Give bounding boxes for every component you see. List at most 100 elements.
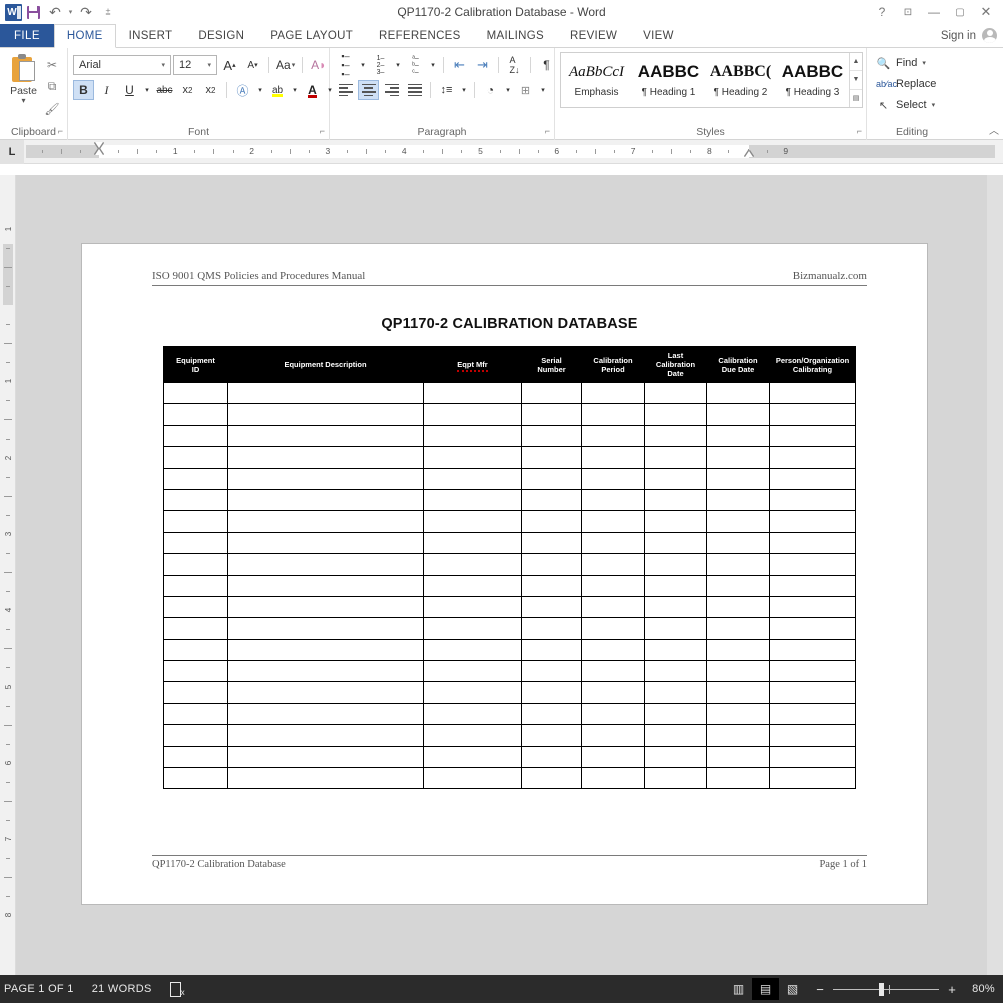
- table-cell[interactable]: [769, 724, 856, 747]
- multilevel-chevron-down-icon[interactable]: ▾: [428, 55, 438, 75]
- tab-file[interactable]: FILE: [0, 24, 54, 47]
- table-cell[interactable]: [706, 617, 770, 640]
- zoom-out-button[interactable]: −: [814, 982, 826, 997]
- line-spacing-chevron-down-icon[interactable]: ▾: [459, 80, 469, 100]
- table-row[interactable]: [163, 702, 856, 726]
- grow-font-icon[interactable]: A ▴: [219, 55, 240, 75]
- table-cell[interactable]: [163, 767, 228, 790]
- vertical-scrollbar[interactable]: [987, 175, 1003, 975]
- table-cell[interactable]: [706, 638, 770, 662]
- table-cell[interactable]: [227, 617, 424, 640]
- table-cell[interactable]: [769, 745, 856, 769]
- find-button[interactable]: 🔍 Find ▾: [876, 54, 936, 72]
- table-cell[interactable]: [769, 531, 856, 555]
- style-heading-1[interactable]: AABBC ¶ Heading 1: [633, 53, 705, 107]
- table-cell[interactable]: [163, 724, 228, 747]
- align-left-button[interactable]: [335, 80, 356, 100]
- borders-icon[interactable]: ⊞: [515, 80, 536, 100]
- shading-icon[interactable]: ◔: [480, 80, 501, 100]
- font-family-chevron-down-icon[interactable]: ▾: [158, 61, 168, 69]
- table-cell[interactable]: [521, 488, 582, 512]
- table-cell[interactable]: [769, 595, 856, 619]
- table-cell[interactable]: [423, 660, 522, 683]
- table-cell[interactable]: [227, 660, 424, 683]
- table-cell[interactable]: [706, 553, 770, 576]
- word-count[interactable]: 21 WORDS: [92, 983, 152, 995]
- bold-button[interactable]: B: [73, 80, 94, 100]
- table-cell[interactable]: [644, 488, 707, 512]
- table-cell[interactable]: [163, 638, 228, 662]
- table-cell[interactable]: [521, 724, 582, 747]
- borders-chevron-down-icon[interactable]: ▾: [538, 80, 548, 100]
- table-cell[interactable]: [644, 424, 707, 448]
- numbering-icon[interactable]: 1‒ 2‒ 3‒: [370, 55, 391, 76]
- table-cell[interactable]: [769, 617, 856, 640]
- table-cell[interactable]: [581, 574, 645, 597]
- table-cell[interactable]: [581, 424, 645, 448]
- table-cell[interactable]: [706, 488, 770, 512]
- undo-icon[interactable]: ↶: [44, 1, 66, 23]
- styles-gallery[interactable]: AaBbCcI Emphasis AABBC ¶ Heading 1 AABBC…: [560, 52, 863, 108]
- calibration-database-table[interactable]: Equipment ID Equipment Description Eqpt Mfr…: [163, 346, 856, 790]
- sign-in-area[interactable]: Sign in: [941, 24, 1003, 47]
- table-cell[interactable]: [769, 638, 856, 662]
- table-cell[interactable]: [706, 724, 770, 747]
- styles-dialog-launcher-icon[interactable]: ⌐: [857, 123, 862, 139]
- table-cell[interactable]: [706, 467, 770, 490]
- table-cell[interactable]: [706, 767, 770, 790]
- table-cell[interactable]: [521, 681, 582, 704]
- table-cell[interactable]: [581, 617, 645, 640]
- italic-button[interactable]: I: [96, 80, 117, 100]
- multilevel-list-icon[interactable]: ᵃ‒ ᵇ‒ ᶜ‒: [405, 55, 426, 76]
- table-row[interactable]: [163, 467, 856, 490]
- table-cell[interactable]: [423, 446, 522, 469]
- table-cell[interactable]: [521, 381, 582, 405]
- superscript-button[interactable]: x2: [200, 80, 221, 100]
- table-cell[interactable]: [227, 574, 424, 597]
- bullets-chevron-down-icon[interactable]: ▾: [358, 55, 368, 75]
- print-layout-button[interactable]: ▤: [752, 978, 779, 1000]
- table-cell[interactable]: [769, 574, 856, 597]
- table-cell[interactable]: [227, 745, 424, 769]
- table-cell[interactable]: [769, 488, 856, 512]
- table-cell[interactable]: [644, 467, 707, 490]
- styles-scroll-down-icon[interactable]: ▼: [850, 71, 862, 90]
- table-cell[interactable]: [769, 467, 856, 490]
- table-cell[interactable]: [163, 553, 228, 576]
- text-highlight-color-icon[interactable]: ab: [267, 80, 288, 100]
- table-cell[interactable]: [423, 467, 522, 490]
- styles-more-icon[interactable]: ▤: [850, 90, 862, 107]
- table-cell[interactable]: [521, 702, 582, 726]
- sort-icon[interactable]: A Z↓: [504, 55, 525, 75]
- table-cell[interactable]: [423, 403, 522, 426]
- table-row[interactable]: [163, 510, 856, 533]
- avatar-icon[interactable]: [982, 28, 997, 43]
- table-cell[interactable]: [163, 681, 228, 704]
- table-cell[interactable]: [163, 617, 228, 640]
- table-cell[interactable]: [423, 553, 522, 576]
- shrink-font-icon[interactable]: A ▾: [242, 55, 263, 75]
- show-formatting-marks-icon[interactable]: ¶: [536, 55, 557, 75]
- table-cell[interactable]: [769, 702, 856, 726]
- table-cell[interactable]: [227, 381, 424, 405]
- tab-design[interactable]: DESIGN: [185, 24, 257, 47]
- table-cell[interactable]: [769, 446, 856, 469]
- table-cell[interactable]: [706, 702, 770, 726]
- table-row[interactable]: [163, 595, 856, 619]
- redo-icon[interactable]: ↷: [75, 1, 97, 23]
- table-cell[interactable]: [581, 681, 645, 704]
- text-effects-icon[interactable]: Ⓐ: [232, 80, 253, 100]
- table-cell[interactable]: [521, 553, 582, 576]
- table-row[interactable]: [163, 617, 856, 640]
- highlight-chevron-down-icon[interactable]: ▾: [290, 80, 300, 100]
- table-cell[interactable]: [706, 403, 770, 426]
- collapse-ribbon-icon[interactable]: ︿: [989, 122, 999, 137]
- line-spacing-icon[interactable]: ↕≡: [436, 80, 457, 100]
- help-icon[interactable]: ?: [869, 1, 895, 23]
- table-cell[interactable]: [521, 510, 582, 533]
- table-cell[interactable]: [423, 767, 522, 790]
- underline-chevron-down-icon[interactable]: ▾: [142, 80, 152, 100]
- subscript-button[interactable]: x2: [177, 80, 198, 100]
- maximize-icon[interactable]: ▢: [947, 1, 973, 23]
- table-cell[interactable]: [521, 617, 582, 640]
